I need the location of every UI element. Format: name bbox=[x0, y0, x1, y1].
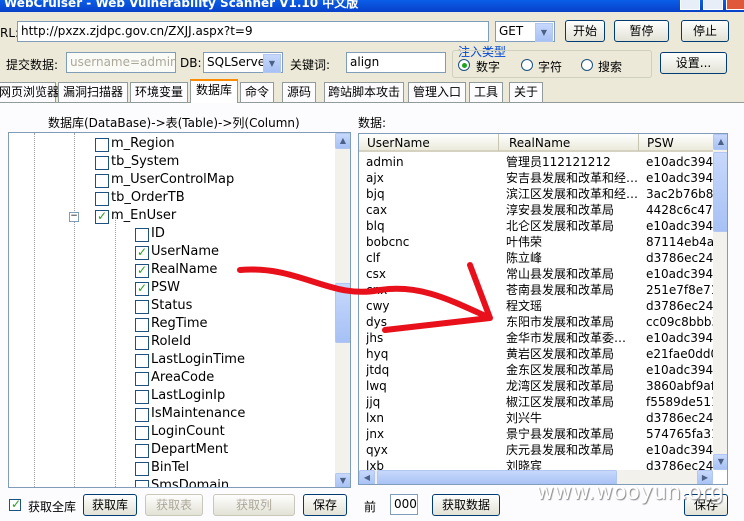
arrow-stroke bbox=[237, 262, 493, 333]
watermark: www.wooyun.org bbox=[536, 480, 724, 505]
red-arrow-annotation bbox=[237, 262, 493, 333]
tab-database[interactable]: 数据库 bbox=[190, 79, 238, 103]
